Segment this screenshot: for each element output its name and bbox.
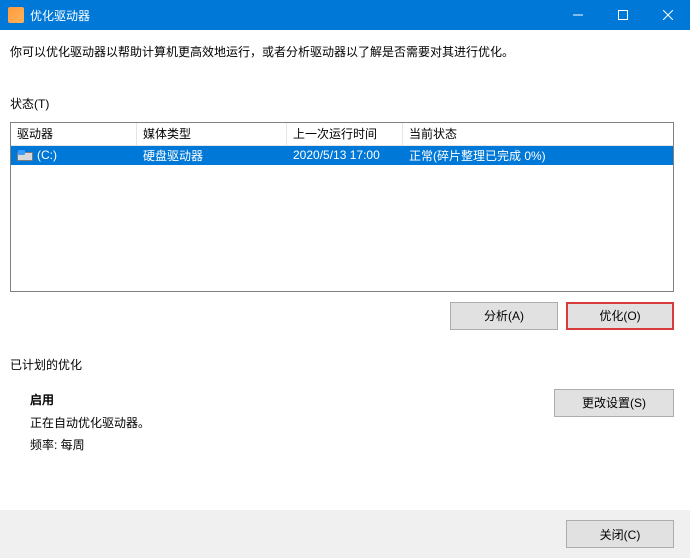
scheduled-line2: 频率: 每周 bbox=[30, 434, 554, 457]
cell-media: 硬盘驱动器 bbox=[137, 147, 287, 164]
action-row: 分析(A) 优化(O) bbox=[10, 302, 674, 330]
minimize-button[interactable] bbox=[555, 0, 600, 30]
maximize-button[interactable] bbox=[600, 0, 645, 30]
table-header: 驱动器 媒体类型 上一次运行时间 当前状态 bbox=[11, 123, 673, 146]
cell-drive: (C:) bbox=[11, 148, 137, 162]
cell-lastrun: 2020/5/13 17:00 bbox=[287, 148, 403, 162]
description-text: 你可以优化驱动器以帮助计算机更高效地运行，或者分析驱动器以了解是否需要对其进行优… bbox=[10, 44, 674, 61]
drive-icon bbox=[17, 150, 33, 161]
table-row[interactable]: (C:) 硬盘驱动器 2020/5/13 17:00 正常(碎片整理已完成 0%… bbox=[11, 146, 673, 165]
cell-state: 正常(碎片整理已完成 0%) bbox=[403, 147, 673, 164]
optimize-button[interactable]: 优化(O) bbox=[566, 302, 674, 330]
content-area: 你可以优化驱动器以帮助计算机更高效地运行，或者分析驱动器以了解是否需要对其进行优… bbox=[0, 30, 690, 457]
titlebar: 优化驱动器 bbox=[0, 0, 690, 30]
col-header-media[interactable]: 媒体类型 bbox=[137, 123, 287, 145]
col-header-state[interactable]: 当前状态 bbox=[403, 123, 673, 145]
footer: 关闭(C) bbox=[0, 510, 690, 558]
change-settings-button[interactable]: 更改设置(S) bbox=[554, 389, 674, 417]
col-header-lastrun[interactable]: 上一次运行时间 bbox=[287, 123, 403, 145]
scheduled-info: 启用 正在自动优化驱动器。 频率: 每周 bbox=[10, 389, 554, 457]
drive-name: (C:) bbox=[37, 148, 57, 162]
status-section-label: 状态(T) bbox=[10, 95, 674, 112]
drives-table: 驱动器 媒体类型 上一次运行时间 当前状态 (C:) 硬盘驱动器 2020/5/… bbox=[10, 122, 674, 292]
scheduled-row: 启用 正在自动优化驱动器。 频率: 每周 更改设置(S) bbox=[10, 389, 674, 457]
scheduled-section-label: 已计划的优化 bbox=[10, 356, 674, 373]
app-icon bbox=[8, 7, 24, 23]
close-dialog-button[interactable]: 关闭(C) bbox=[566, 520, 674, 548]
scheduled-line1: 正在自动优化驱动器。 bbox=[30, 412, 554, 435]
col-header-drive[interactable]: 驱动器 bbox=[11, 123, 137, 145]
analyze-button[interactable]: 分析(A) bbox=[450, 302, 558, 330]
close-button[interactable] bbox=[645, 0, 690, 30]
scheduled-title: 启用 bbox=[30, 389, 554, 412]
window-title: 优化驱动器 bbox=[30, 7, 555, 24]
